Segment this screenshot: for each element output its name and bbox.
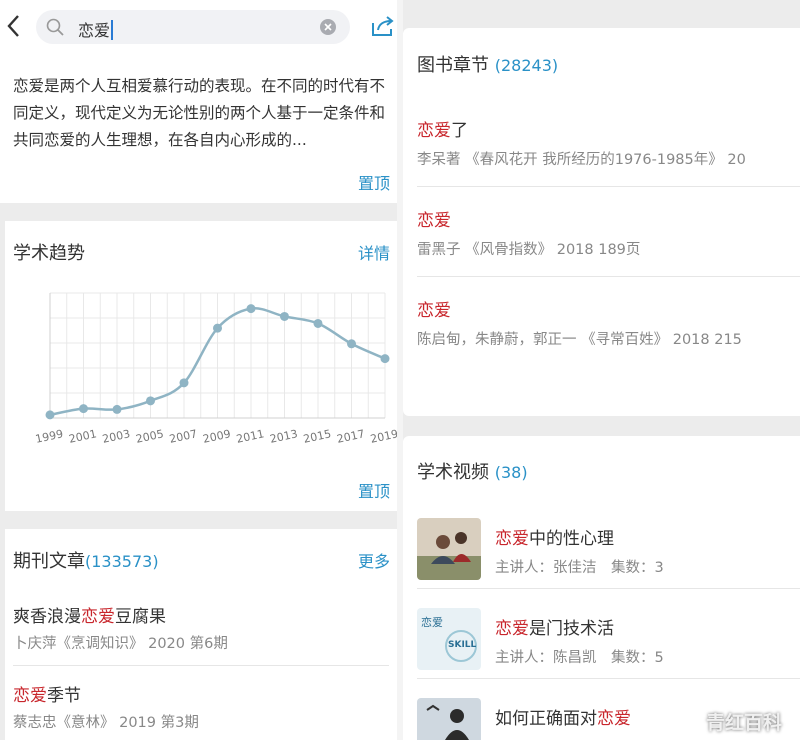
data-point	[112, 404, 122, 414]
video-item-meta: 主讲人：张佳洁 集数：3	[495, 560, 664, 576]
data-point	[246, 304, 256, 314]
trend-pin-top-link[interactable]: 置顶	[358, 478, 390, 502]
data-point	[79, 404, 88, 414]
search-header: 恋爱	[0, 0, 400, 55]
videos-count: (38)	[494, 463, 528, 482]
back-arrow-icon[interactable]	[4, 12, 24, 40]
x-tick-label: 2007	[168, 427, 198, 446]
trend-card: 学术趋势 详情 1999 2001 2003 2005 2007 2009 2011 2013…	[5, 221, 397, 511]
x-tick-label: 2011	[235, 427, 265, 446]
video-thumbnail[interactable]	[417, 698, 481, 740]
watermark: 青红百科	[706, 712, 783, 734]
journal-count: (133573)	[85, 552, 159, 571]
trend-title: 学术趋势	[13, 243, 85, 264]
video-thumbnail[interactable]	[417, 518, 481, 580]
book-item-title[interactable]: 恋爱了	[417, 116, 468, 141]
x-tick-label: 2003	[101, 427, 131, 446]
left-screen: 恋爱 恋爱是两个人互相爱慕行动的表现。在不同的时代有不同定义，现代定义为无论性别…	[0, 0, 400, 740]
trend-detail-link[interactable]: 详情	[358, 240, 390, 264]
video-item-title[interactable]: 恋爱是门技术活	[495, 614, 614, 639]
x-tick-label: 2013	[269, 427, 299, 446]
search-input[interactable]: 恋爱	[36, 10, 350, 44]
divider	[417, 678, 800, 679]
data-point	[347, 339, 356, 349]
journal-item-title[interactable]: 爽香浪漫恋爱豆腐果	[13, 602, 166, 627]
book-item-meta: 陈启甸，朱静蔚，郭正一 《寻常百姓》 2018 215	[417, 332, 742, 348]
x-tick-label: 1999	[34, 427, 64, 446]
search-query[interactable]: 恋爱	[78, 17, 114, 41]
book-item-title[interactable]: 恋爱	[417, 206, 451, 231]
search-icon	[46, 18, 64, 36]
journal-more-link[interactable]: 更多	[358, 548, 390, 572]
videos-card: 学术视频 (38) 恋爱中的性心理 主讲人：张佳洁 集数：3 恋爱 SKILL …	[403, 436, 800, 740]
pin-top-link[interactable]: 置顶	[358, 170, 390, 194]
data-point	[146, 396, 155, 406]
data-point	[213, 323, 222, 333]
journal-card: 期刊文章(133573) 更多 爽香浪漫恋爱豆腐果 卜庆萍《烹调知识》 2020…	[5, 529, 397, 740]
data-point	[380, 354, 390, 364]
data-point	[45, 410, 55, 420]
data-point	[179, 378, 189, 388]
x-tick-label: 2005	[135, 427, 165, 446]
divider	[417, 186, 800, 187]
book-item-title[interactable]: 恋爱	[417, 296, 451, 321]
video-thumbnail[interactable]: 恋爱 SKILL	[417, 608, 481, 670]
x-tick-label: 2019	[369, 427, 397, 446]
journal-item-meta: 蔡志忠《意林》 2019 第3期	[13, 715, 199, 731]
journal-item-meta: 卜庆萍《烹调知识》 2020 第6期	[13, 636, 228, 652]
intro-card: 恋爱是两个人互相爱慕行动的表现。在不同的时代有不同定义，现代定义为无论性别的两个…	[0, 55, 400, 203]
divider	[417, 276, 800, 277]
x-tick-label: 2017	[336, 427, 366, 446]
journal-item-title[interactable]: 恋爱季节	[13, 681, 81, 706]
x-tick-label: 2009	[202, 427, 232, 446]
video-item-title[interactable]: 恋爱中的性心理	[495, 524, 614, 549]
thumbnail-subtext: SKILL	[448, 640, 477, 650]
intro-text: 恋爱是两个人互相爱慕行动的表现。在不同的时代有不同定义，现代定义为无论性别的两个…	[13, 77, 386, 149]
books-count: (28243)	[494, 56, 559, 75]
clear-icon[interactable]	[320, 19, 336, 35]
data-point	[313, 318, 323, 328]
divider	[417, 588, 800, 589]
text-cursor	[111, 20, 114, 40]
thumbnail-text: 恋爱	[421, 616, 443, 629]
x-tick-label: 2015	[302, 427, 332, 446]
videos-title: 学术视频 (38)	[417, 462, 528, 483]
x-tick-label: 2001	[68, 427, 98, 446]
book-item-meta: 李呆著 《春风花开 我所经历的1976-1985年》 20	[417, 152, 746, 168]
journal-title: 期刊文章(133573)	[13, 551, 159, 572]
books-card: 图书章节 (28243) 恋爱了 李呆著 《春风花开 我所经历的1976-198…	[403, 28, 800, 416]
trend-chart: 1999 2001 2003 2005 2007 2009 2011 2013 2015 2017…	[34, 292, 397, 446]
right-screen: 图书章节 (28243) 恋爱了 李呆著 《春风花开 我所经历的1976-198…	[403, 0, 800, 740]
data-point	[280, 311, 289, 321]
divider	[13, 665, 389, 666]
share-icon[interactable]	[370, 14, 396, 38]
video-item-meta: 主讲人：陈昌凯 集数：5	[495, 650, 664, 666]
books-title: 图书章节 (28243)	[417, 55, 559, 76]
video-item-title[interactable]: 如何正确面对恋爱	[495, 704, 631, 729]
book-item-meta: 雷黑子 《风骨指数》 2018 189页	[417, 242, 641, 258]
